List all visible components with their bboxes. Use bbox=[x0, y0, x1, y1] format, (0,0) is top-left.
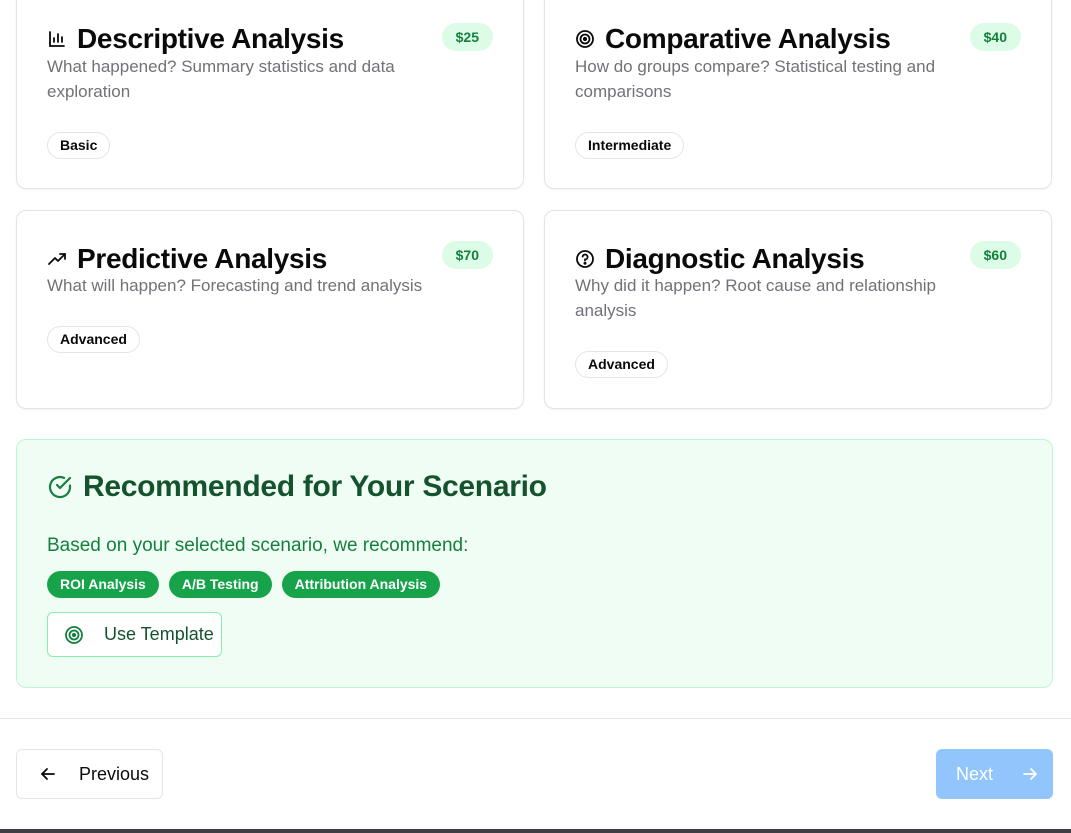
recommended-tag: A/B Testing bbox=[168, 571, 272, 598]
target-icon bbox=[64, 625, 84, 645]
card-title: Diagnostic Analysis bbox=[605, 243, 865, 274]
help-circle-icon bbox=[575, 249, 595, 269]
recommended-tag: Attribution Analysis bbox=[281, 571, 441, 598]
level-badge: Advanced bbox=[575, 351, 668, 378]
analysis-card-descriptive[interactable]: Descriptive Analysis $25 What happened? … bbox=[16, 0, 524, 189]
window-bottom-edge bbox=[0, 829, 1071, 833]
analysis-card-predictive[interactable]: Predictive Analysis $70 What will happen… bbox=[16, 210, 524, 409]
card-header: Predictive Analysis bbox=[47, 242, 493, 276]
previous-label: Previous bbox=[79, 763, 150, 784]
recommended-tag: ROI Analysis bbox=[47, 571, 159, 598]
analysis-card-comparative[interactable]: Comparative Analysis $40 How do groups c… bbox=[544, 0, 1052, 189]
recommendation-panel: Recommended for Your Scenario Based on y… bbox=[16, 439, 1053, 688]
arrow-right-icon bbox=[1021, 765, 1039, 783]
target-icon bbox=[575, 29, 595, 49]
next-label: Next bbox=[956, 763, 994, 784]
analysis-card-diagnostic[interactable]: Diagnostic Analysis $60 Why did it happe… bbox=[544, 210, 1052, 409]
price-badge: $40 bbox=[969, 23, 1021, 51]
next-button[interactable]: Next bbox=[936, 749, 1053, 799]
card-title: Comparative Analysis bbox=[605, 23, 891, 54]
card-description: How do groups compare? Statistical testi… bbox=[575, 57, 936, 101]
arrow-left-icon bbox=[39, 765, 57, 783]
card-header: Comparative Analysis bbox=[575, 22, 1021, 56]
bar-chart-icon bbox=[47, 29, 67, 49]
price-badge: $70 bbox=[441, 241, 493, 269]
recommendation-header: Recommended for Your Scenario bbox=[47, 470, 547, 504]
card-header: Diagnostic Analysis bbox=[575, 242, 1021, 276]
card-title: Predictive Analysis bbox=[77, 243, 328, 274]
use-template-label: Use Template bbox=[104, 624, 214, 644]
card-description: What will happen? Forecasting and trend … bbox=[47, 276, 423, 295]
card-description: What happened? Summary statistics and da… bbox=[47, 57, 395, 101]
use-template-button[interactable]: Use Template bbox=[47, 612, 222, 657]
price-badge: $60 bbox=[969, 241, 1021, 269]
previous-button[interactable]: Previous bbox=[16, 749, 163, 799]
recommendation-text: Based on your selected scenario, we reco… bbox=[47, 535, 469, 556]
card-header: Descriptive Analysis bbox=[47, 22, 493, 56]
level-badge: Basic bbox=[47, 132, 111, 159]
trending-up-icon bbox=[47, 249, 67, 269]
card-description: Why did it happen? Root cause and relati… bbox=[575, 276, 937, 320]
recommendation-title: Recommended for Your Scenario bbox=[83, 470, 547, 503]
level-badge: Advanced bbox=[47, 326, 140, 353]
level-badge: Intermediate bbox=[575, 132, 685, 159]
footer-divider bbox=[0, 718, 1071, 719]
card-title: Descriptive Analysis bbox=[77, 23, 344, 54]
price-badge: $25 bbox=[441, 23, 493, 51]
check-circle-icon bbox=[47, 474, 73, 500]
recommendation-tags: ROI Analysis A/B Testing Attribution Ana… bbox=[47, 571, 441, 598]
